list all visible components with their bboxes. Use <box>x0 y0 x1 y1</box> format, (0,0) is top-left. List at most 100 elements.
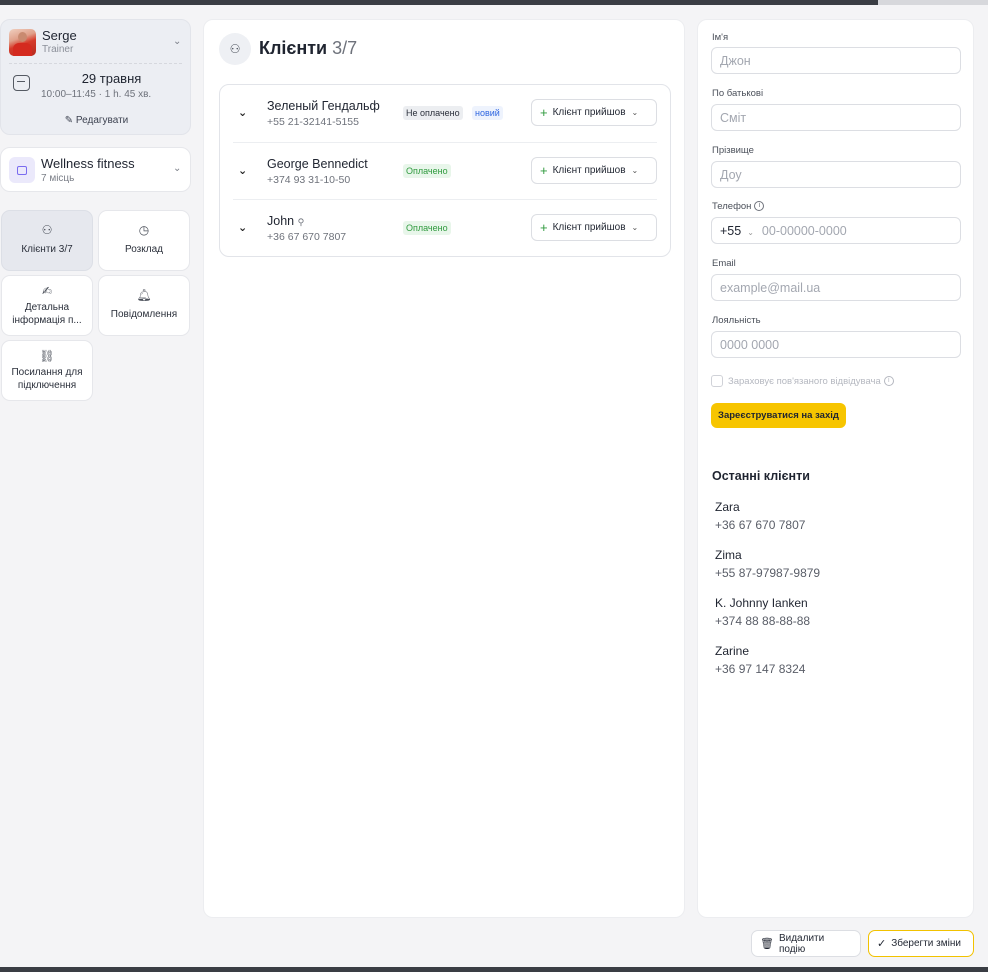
client-arrived-button[interactable]: + Клієнт прийшов ⌄ <box>531 214 657 241</box>
recent-client-name: K. Johnny Ianken <box>715 596 808 610</box>
edit-label: Редагувати <box>75 115 129 126</box>
recent-clients-title: Останні клієнти <box>712 469 810 483</box>
chevron-down-icon: ⌄ <box>631 108 639 117</box>
client-arrived-button[interactable]: + Клієнт прийшов ⌄ <box>531 99 657 126</box>
trainer-name: Serge <box>42 28 77 43</box>
loyalty-input[interactable]: 0000 0000 <box>711 331 961 358</box>
check-icon: ✓ <box>877 938 887 950</box>
delete-event-label: Видалити подію <box>778 932 825 955</box>
client-name: Зеленый Гендальф <box>267 99 380 113</box>
tab-links-label: Посилання для підключення <box>11 367 83 391</box>
bell-icon: 🔔︎ <box>136 288 152 302</box>
linked-visitor-label: Зараховує пов'язаного відвідувача <box>728 375 881 387</box>
pencil-icon: ✎ <box>64 115 74 126</box>
save-changes-label: Зберегти зміни <box>891 938 961 949</box>
chevron-down-icon: ⌄ <box>747 228 754 237</box>
phone-placeholder: 00-00000-0000 <box>761 224 847 238</box>
client-row[interactable]: ⌄ Зеленый Гендальф +55 21-32141-5155 Не … <box>233 85 657 142</box>
tab-notifications[interactable]: 🔔︎ Повідомлення <box>98 275 190 336</box>
plus-icon: + <box>540 105 548 120</box>
first-name-label: Ім'я <box>712 32 729 43</box>
recent-client[interactable]: Zara +36 67 670 7807 <box>715 500 805 532</box>
link-icon: ⛓ <box>39 349 55 363</box>
client-arrived-label: Клієнт прийшов <box>552 107 626 118</box>
first-name-input[interactable]: Джон <box>711 47 961 74</box>
users-icon: ⚇ <box>41 223 53 237</box>
edit-button[interactable]: ✎ Редагувати <box>1 115 192 126</box>
save-changes-button[interactable]: ✓ Зберегти зміни <box>868 930 974 957</box>
client-arrived-label: Клієнт прийшов <box>552 222 626 233</box>
chevron-down-icon[interactable]: ⌄ <box>238 221 247 234</box>
recent-client[interactable]: K. Johnny Ianken +374 88 88-88-88 <box>715 596 810 628</box>
divider <box>9 63 182 64</box>
recent-client-phone: +36 97 147 8324 <box>715 662 806 676</box>
tab-clients[interactable]: ⚇ Клієнти 3/7 <box>1 210 93 271</box>
tab-schedule[interactable]: ◷ Розклад <box>98 210 190 271</box>
client-row[interactable]: ⌄ George Bennedict +374 93 31-10-50 Опла… <box>233 142 657 199</box>
clock-icon: ◷ <box>138 223 150 237</box>
status-badge: Оплачено <box>403 164 451 178</box>
client-row[interactable]: ⌄ John ⚲ +36 67 670 7807 Оплачено + Кліє… <box>233 199 657 256</box>
chevron-down-icon: ⌄ <box>631 166 639 175</box>
user-icon: ⚲ <box>297 217 305 227</box>
recent-client-phone: +374 88 88-88-88 <box>715 614 811 628</box>
tab-links[interactable]: ⛓ Посилання для підключення <box>1 340 93 401</box>
loyalty-label: Лояльність <box>712 315 761 326</box>
event-modal: Serge Trainer ⌄ 29 травня 10:00–11:45 · … <box>0 5 988 967</box>
chevron-down-icon[interactable]: ⌄ <box>238 164 247 177</box>
trainer-card[interactable]: Serge Trainer ⌄ 29 травня 10:00–11:45 · … <box>0 19 191 135</box>
linked-visitor-checkbox[interactable]: Зараховує пов'язаного відвідувача i <box>711 375 894 387</box>
info-icon: i <box>754 201 765 212</box>
tab-notifications-label: Повідомлення <box>110 309 178 320</box>
delete-event-button[interactable]: 🗑︎ Видалити подію <box>751 930 861 957</box>
client-arrived-button[interactable]: + Клієнт прийшов ⌄ <box>531 157 657 184</box>
tab-details[interactable]: ✍ Детальна інформація п... <box>1 275 93 336</box>
phone-label: Телефон i <box>712 201 765 212</box>
status-badge: Оплачено <box>403 221 451 235</box>
event-date: 29 травня <box>81 71 142 86</box>
register-button[interactable]: Зареєструватися на захід <box>711 403 846 428</box>
bottom-bar <box>0 967 988 972</box>
new-badge: новий <box>472 106 503 120</box>
recent-client-name: Zarine <box>715 644 750 658</box>
avatar <box>9 29 36 56</box>
client-phone: +374 93 31-10-50 <box>267 174 351 186</box>
chevron-down-icon[interactable]: ⌄ <box>238 106 247 119</box>
trainer-role: Trainer <box>42 44 74 55</box>
middle-name-input[interactable]: Сміт <box>711 104 961 131</box>
last-name-input[interactable]: Доу <box>711 161 961 188</box>
email-input[interactable]: example@mail.ua <box>711 274 961 301</box>
tab-details-label: Детальна інформація п... <box>12 302 82 326</box>
recent-client[interactable]: Zima +55 87-97987-9879 <box>715 548 820 580</box>
clients-title: Клієнти 3/7 <box>259 38 358 58</box>
chevron-down-icon[interactable]: ⌄ <box>173 163 181 174</box>
info-icon: i <box>883 376 894 386</box>
gym-select[interactable]: Wellness fitness 7 місць ⌄ <box>0 147 191 192</box>
chevron-down-icon[interactable]: ⌄ <box>173 36 181 47</box>
clients-panel: ⚇ Клієнти 3/7 ⌄ Зеленый Гендальф +55 21-… <box>203 19 685 918</box>
trash-icon: 🗑︎ <box>760 938 774 950</box>
recent-client-name: Zima <box>715 548 742 562</box>
status-badge: Не оплачено <box>403 106 463 120</box>
recent-client[interactable]: Zarine +36 97 147 8324 <box>715 644 805 676</box>
recent-client-name: Zara <box>715 500 740 514</box>
phone-code-select[interactable]: +55 <box>720 224 741 238</box>
phone-input[interactable]: +55 ⌄ 00-00000-0000 <box>711 217 961 244</box>
plus-icon: + <box>540 220 548 235</box>
client-arrived-label: Клієнт прийшов <box>552 165 626 176</box>
recent-client-phone: +55 87-97987-9879 <box>715 566 821 580</box>
last-name-label: Прізвище <box>712 145 754 156</box>
client-name: John ⚲ <box>267 214 305 228</box>
edit-doc-icon: ✍ <box>41 284 53 298</box>
gym-capacity: 7 місць <box>41 173 75 184</box>
chevron-down-icon: ⌄ <box>631 223 639 232</box>
checkbox[interactable] <box>711 375 723 387</box>
clients-list: ⌄ Зеленый Гендальф +55 21-32141-5155 Не … <box>219 84 671 257</box>
plus-icon: + <box>540 163 548 178</box>
email-label: Email <box>712 258 736 269</box>
client-phone: +55 21-32141-5155 <box>267 116 359 128</box>
clients-count: 3/7 <box>332 38 358 58</box>
new-client-form: Ім'я Джон По батькові Сміт Прізвище Доу … <box>697 19 974 918</box>
client-name: George Bennedict <box>267 157 368 171</box>
client-phone: +36 67 670 7807 <box>267 231 347 243</box>
